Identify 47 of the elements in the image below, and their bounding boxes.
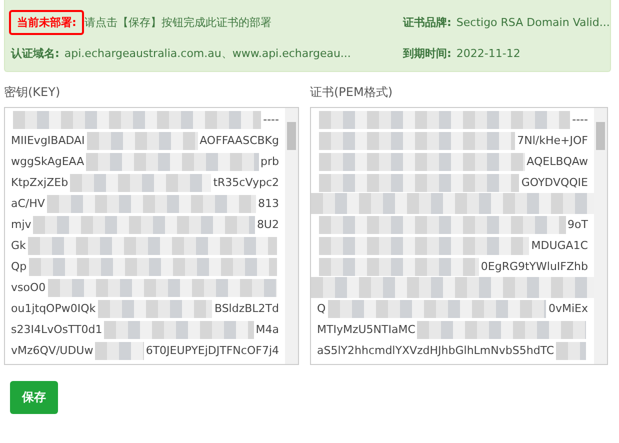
brand-label: 证书品牌:: [403, 15, 452, 30]
scrollbar[interactable]: [594, 108, 607, 364]
text-line: wggSkAgEAA: [11, 155, 84, 168]
status-text: 请点击【保存】按钮完成此证书的部署: [84, 15, 272, 30]
text-line: vsoO0: [11, 281, 46, 294]
scrollbar[interactable]: [285, 108, 298, 364]
brand-value: Sectigo RSA Domain Valid...: [456, 16, 610, 29]
text-line: ----: [572, 113, 588, 126]
text-line: tR35cVypc2: [213, 176, 279, 189]
field-label: 密钥(KEY): [4, 84, 62, 101]
text-line: prb: [260, 155, 279, 168]
text-line: M4a: [256, 323, 279, 336]
text-line: ou1jtqOPw0IQk: [11, 302, 96, 315]
expiry-label: 到期时间:: [403, 46, 452, 61]
pixelated-redaction: [556, 342, 586, 360]
text-line: MIIEvgIBADAI: [11, 134, 85, 147]
text-area[interactable]: ---- MIIEvgIBADAI AOFFAASCBKg wggSkAgEAA prb KtpZxjZEb tR35cVypc2 aC/HV 813 mjv 8U2 Gk Qp vsoO0 ou1jtqOPw0IQk BSldzBL2Td s23I4LvOsTT0d1 M4a vMz6QV/UDUw 6T0JEUPYEjDJTFNcOF7j4: [4, 107, 299, 365]
field-label: 证书(PEM格式): [310, 84, 394, 101]
text-line: MDUGA1C: [531, 239, 588, 252]
text-line: 9oT: [568, 218, 588, 231]
text-line: 7Nl/kHe+JOF: [517, 134, 588, 147]
text-line: s23I4LvOsTT0d1: [11, 323, 102, 336]
status-label: 当前未部署:: [9, 10, 84, 35]
text-line: 0vMiEx: [548, 302, 588, 315]
text-line: 813: [258, 197, 279, 210]
domain-value: api.echargeaustralia.com.au、www.api.echargeau...: [64, 46, 351, 61]
text-line: vMz6QV/UDUw: [11, 344, 94, 357]
text-line: GOYDVQQIE: [521, 176, 588, 189]
text-line: Gk: [11, 239, 26, 252]
text-line: MTIyMzU5NTIaMC: [317, 323, 416, 336]
text-line: ----: [263, 113, 279, 126]
pixelated-redaction: [95, 342, 144, 360]
text-line: BSldzBL2Td: [214, 302, 279, 315]
text-line: aC/HV: [11, 197, 45, 210]
text-line: 0EgRG9tYWluIFZhb: [480, 260, 588, 273]
text-line: 8U2: [256, 218, 279, 231]
text-area[interactable]: ---- 7Nl/kHe+JOF AQELBQAw GOYDVQQIE 9oT MDUGA1C 0EgRG9tYWluIFZhb Q 0vMiEx MTIyMzU5NTIaMC aS5lY2hhcmdlYXVzdHJhbGlhLmNvbS5hdTC: [310, 107, 608, 365]
domain-label: 认证域名:: [11, 46, 60, 61]
text-line: KtpZxjZEb: [11, 176, 68, 189]
text-line: AQELBQAw: [526, 155, 588, 168]
text-line: AOFFAASCBKg: [200, 134, 279, 147]
text-line: Qp: [11, 260, 27, 273]
text-line: Q: [317, 302, 326, 315]
text-line: aS5lY2hhcmdlYXVzdHJhbGlhLmNvbS5hdTC: [317, 344, 554, 357]
expiry-value: 2022-11-12: [456, 47, 520, 60]
text-line: mjv: [11, 218, 32, 231]
text-line: 6T0JEUPYEjDJTFNcOF7j4: [146, 344, 279, 357]
